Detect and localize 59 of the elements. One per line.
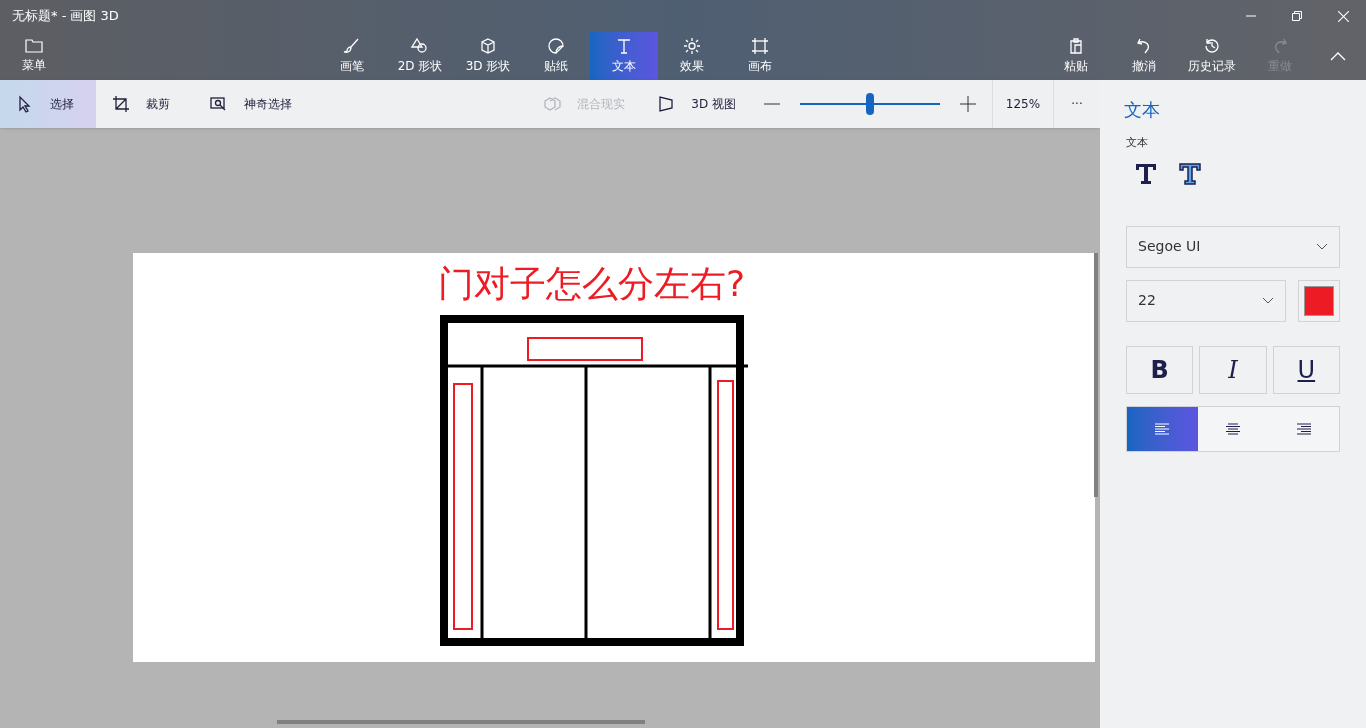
more-button[interactable]: ··· <box>1054 80 1100 128</box>
cube-icon <box>479 37 497 55</box>
tool-tab[interactable]: 2D 形状 <box>386 32 454 80</box>
sticker-icon <box>547 37 565 55</box>
window-title: 无标题* - 画图 3D <box>12 7 119 26</box>
section-label: 文本 <box>1126 135 1149 151</box>
action-button[interactable]: 历史记录 <box>1178 32 1246 80</box>
folder-icon <box>25 38 43 54</box>
shapes-icon <box>411 37 429 55</box>
select-tool[interactable]: 裁剪 <box>96 80 186 128</box>
tool-tab[interactable]: 画笔 <box>318 32 386 80</box>
tool-tab[interactable]: 3D 形状 <box>454 32 522 80</box>
view-tool[interactable]: 3D 视图 <box>641 80 752 128</box>
3d-text-icon <box>1178 160 1202 185</box>
action-button[interactable]: 撤消 <box>1110 32 1178 80</box>
menu-button[interactable]: 菜单 <box>0 32 68 80</box>
size-dropdown[interactable]: 22 <box>1126 279 1287 322</box>
align-center-icon <box>1225 422 1241 435</box>
text-style-button[interactable]: B <box>1126 345 1194 394</box>
align-left-icon <box>1154 422 1171 435</box>
magic-select-icon <box>210 95 228 113</box>
zoom-reading: 125% <box>992 80 1054 128</box>
minus-icon <box>764 103 780 105</box>
plus-icon <box>960 96 976 112</box>
tool-tab[interactable]: 文本 <box>590 32 658 80</box>
tool-tab[interactable]: 贴纸 <box>522 32 590 80</box>
slider-thumb[interactable] <box>866 93 874 115</box>
view-3d-icon <box>657 95 676 113</box>
align-button[interactable] <box>1268 406 1339 451</box>
chevron-down-icon <box>1262 297 1275 304</box>
vertical-scrollbar[interactable] <box>1094 253 1098 497</box>
align-right-icon <box>1295 422 1312 435</box>
align-button[interactable] <box>1197 406 1269 451</box>
zoom-slider[interactable] <box>800 92 940 116</box>
text-icon <box>615 37 633 55</box>
color-button[interactable] <box>1298 279 1340 322</box>
text-style-button[interactable]: U <box>1272 345 1340 394</box>
panel-title: 文本 <box>1124 98 1161 122</box>
font-dropdown[interactable]: Segoe UI <box>1126 225 1340 268</box>
crop-icon <box>112 95 130 113</box>
brush-icon <box>343 37 361 55</box>
canvas-icon <box>751 37 769 55</box>
mixed-reality-icon <box>543 95 562 113</box>
sun-icon <box>683 37 701 55</box>
tool-tab[interactable]: 效果 <box>658 32 726 80</box>
history-icon <box>1203 37 1221 55</box>
align-button[interactable] <box>1127 406 1198 451</box>
clipboard-icon <box>1067 37 1085 55</box>
close-icon <box>1337 10 1349 22</box>
select-tool[interactable]: 选择 <box>0 80 96 128</box>
horizontal-scrollbar[interactable] <box>277 720 645 724</box>
chevron-up-icon <box>1330 51 1346 61</box>
restore-icon <box>1292 11 1302 21</box>
select-tool[interactable]: 神奇选择 <box>194 80 308 128</box>
action-button[interactable]: 粘贴 <box>1042 32 1110 80</box>
canvas-heading: 门对子怎么分左右? <box>438 262 746 306</box>
chevron-down-icon <box>1316 243 1328 250</box>
tool-tab[interactable]: 画布 <box>726 32 794 80</box>
text-style-button[interactable]: I <box>1199 345 1267 394</box>
